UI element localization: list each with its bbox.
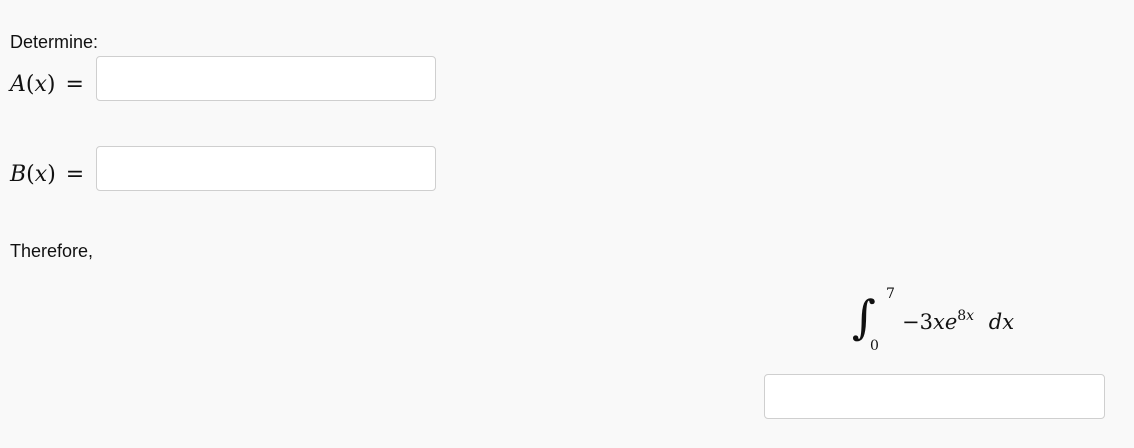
integral-expression: ∫ 7 0 −3xe8x dx	[848, 284, 1048, 354]
exponent-coefficient: 8	[957, 308, 967, 324]
exponent: 8x	[957, 308, 974, 324]
open-paren: (	[26, 162, 35, 187]
exponent-variable: x	[966, 308, 975, 324]
lower-limit: 0	[870, 338, 879, 354]
label-b-of-x: B(x) =	[10, 162, 84, 187]
differential-variable: x	[1002, 310, 1015, 334]
upper-limit: 7	[886, 286, 895, 302]
coefficient: −3	[902, 310, 933, 334]
integrand-variable: x	[932, 310, 945, 334]
variable-x: x	[34, 162, 48, 187]
therefore-text: Therefore,	[10, 241, 94, 261]
close-paren: )	[46, 72, 56, 97]
close-paren: )	[47, 162, 56, 187]
answer-input-a[interactable]	[96, 56, 436, 101]
equals-sign: =	[65, 72, 84, 97]
integrand: −3xe8x dx	[902, 308, 1015, 334]
answer-input-integral[interactable]	[764, 374, 1105, 419]
exponential-base: e	[944, 310, 958, 334]
differential-d: d	[988, 310, 1003, 334]
integral-sign: ∫	[852, 290, 876, 344]
answer-input-b[interactable]	[96, 146, 436, 191]
equals-sign: =	[65, 162, 85, 187]
label-a-of-x: A(x) =	[10, 72, 84, 97]
function-name-a: A	[10, 72, 26, 97]
variable-x: x	[34, 72, 47, 97]
heading-determine: Determine:	[10, 32, 99, 52]
function-name-b: B	[10, 162, 27, 187]
